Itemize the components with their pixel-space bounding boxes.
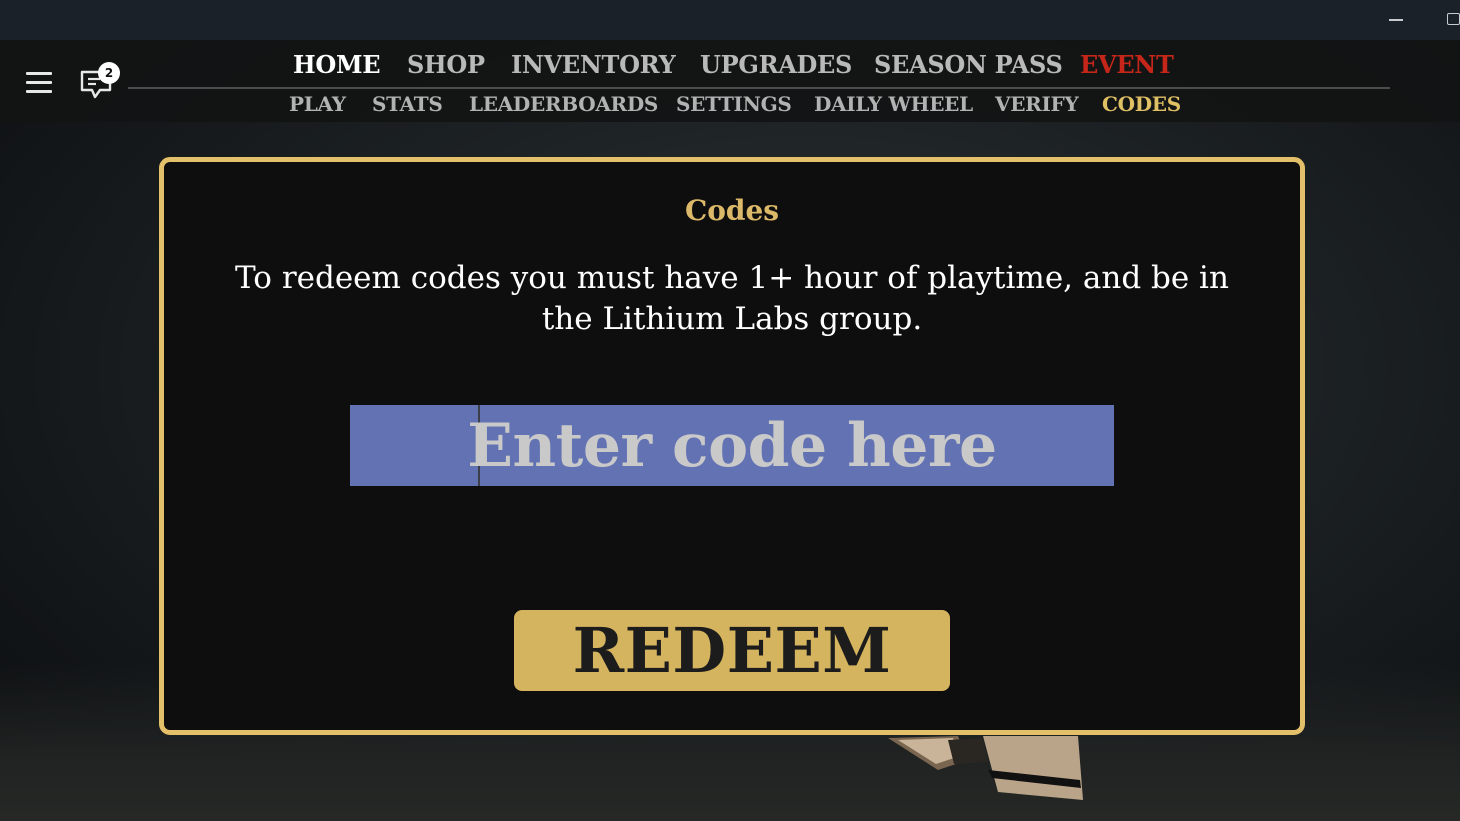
restore-icon[interactable] [1447,13,1460,25]
code-input-placeholder: Enter code here [467,411,997,481]
subnav-daily-wheel[interactable]: DAILY WHEEL [814,92,973,116]
nav-season-pass[interactable]: SEASON PASS [874,50,1063,79]
nav-shop[interactable]: SHOP [407,50,485,79]
subnav-codes[interactable]: CODES [1102,92,1181,116]
panel-title: Codes [684,194,780,227]
subnav-verify[interactable]: VERIFY [995,92,1079,116]
player-character-legs [888,736,1083,800]
codes-panel: Codes To redeem codes you must have 1+ h… [159,157,1305,735]
chat-notification-badge: 2 [98,62,120,84]
nav-home[interactable]: HOME [293,50,381,79]
panel-description: To redeem codes you must have 1+ hour of… [235,260,1229,337]
window-titlebar [0,0,1460,40]
subnav-stats[interactable]: STATS [372,92,443,116]
code-input-field[interactable]: Enter code here [350,405,1114,486]
subnav-settings[interactable]: SETTINGS [676,92,792,116]
subnav-play[interactable]: PLAY [289,92,346,116]
top-navigation-bar: 2 HOME SHOP INVENTORY UPGRADES SEASON PA… [0,40,1460,122]
minimize-icon[interactable] [1389,19,1403,21]
nav-event[interactable]: EVENT [1080,50,1174,79]
redeem-button[interactable]: REDEEM [514,610,950,691]
nav-upgrades[interactable]: UPGRADES [700,50,852,79]
subnav-leaderboards[interactable]: LEADERBOARDS [469,92,658,116]
hamburger-menu-icon[interactable] [26,72,52,94]
nav-inventory[interactable]: INVENTORY [511,50,676,79]
nav-divider [128,87,1390,89]
